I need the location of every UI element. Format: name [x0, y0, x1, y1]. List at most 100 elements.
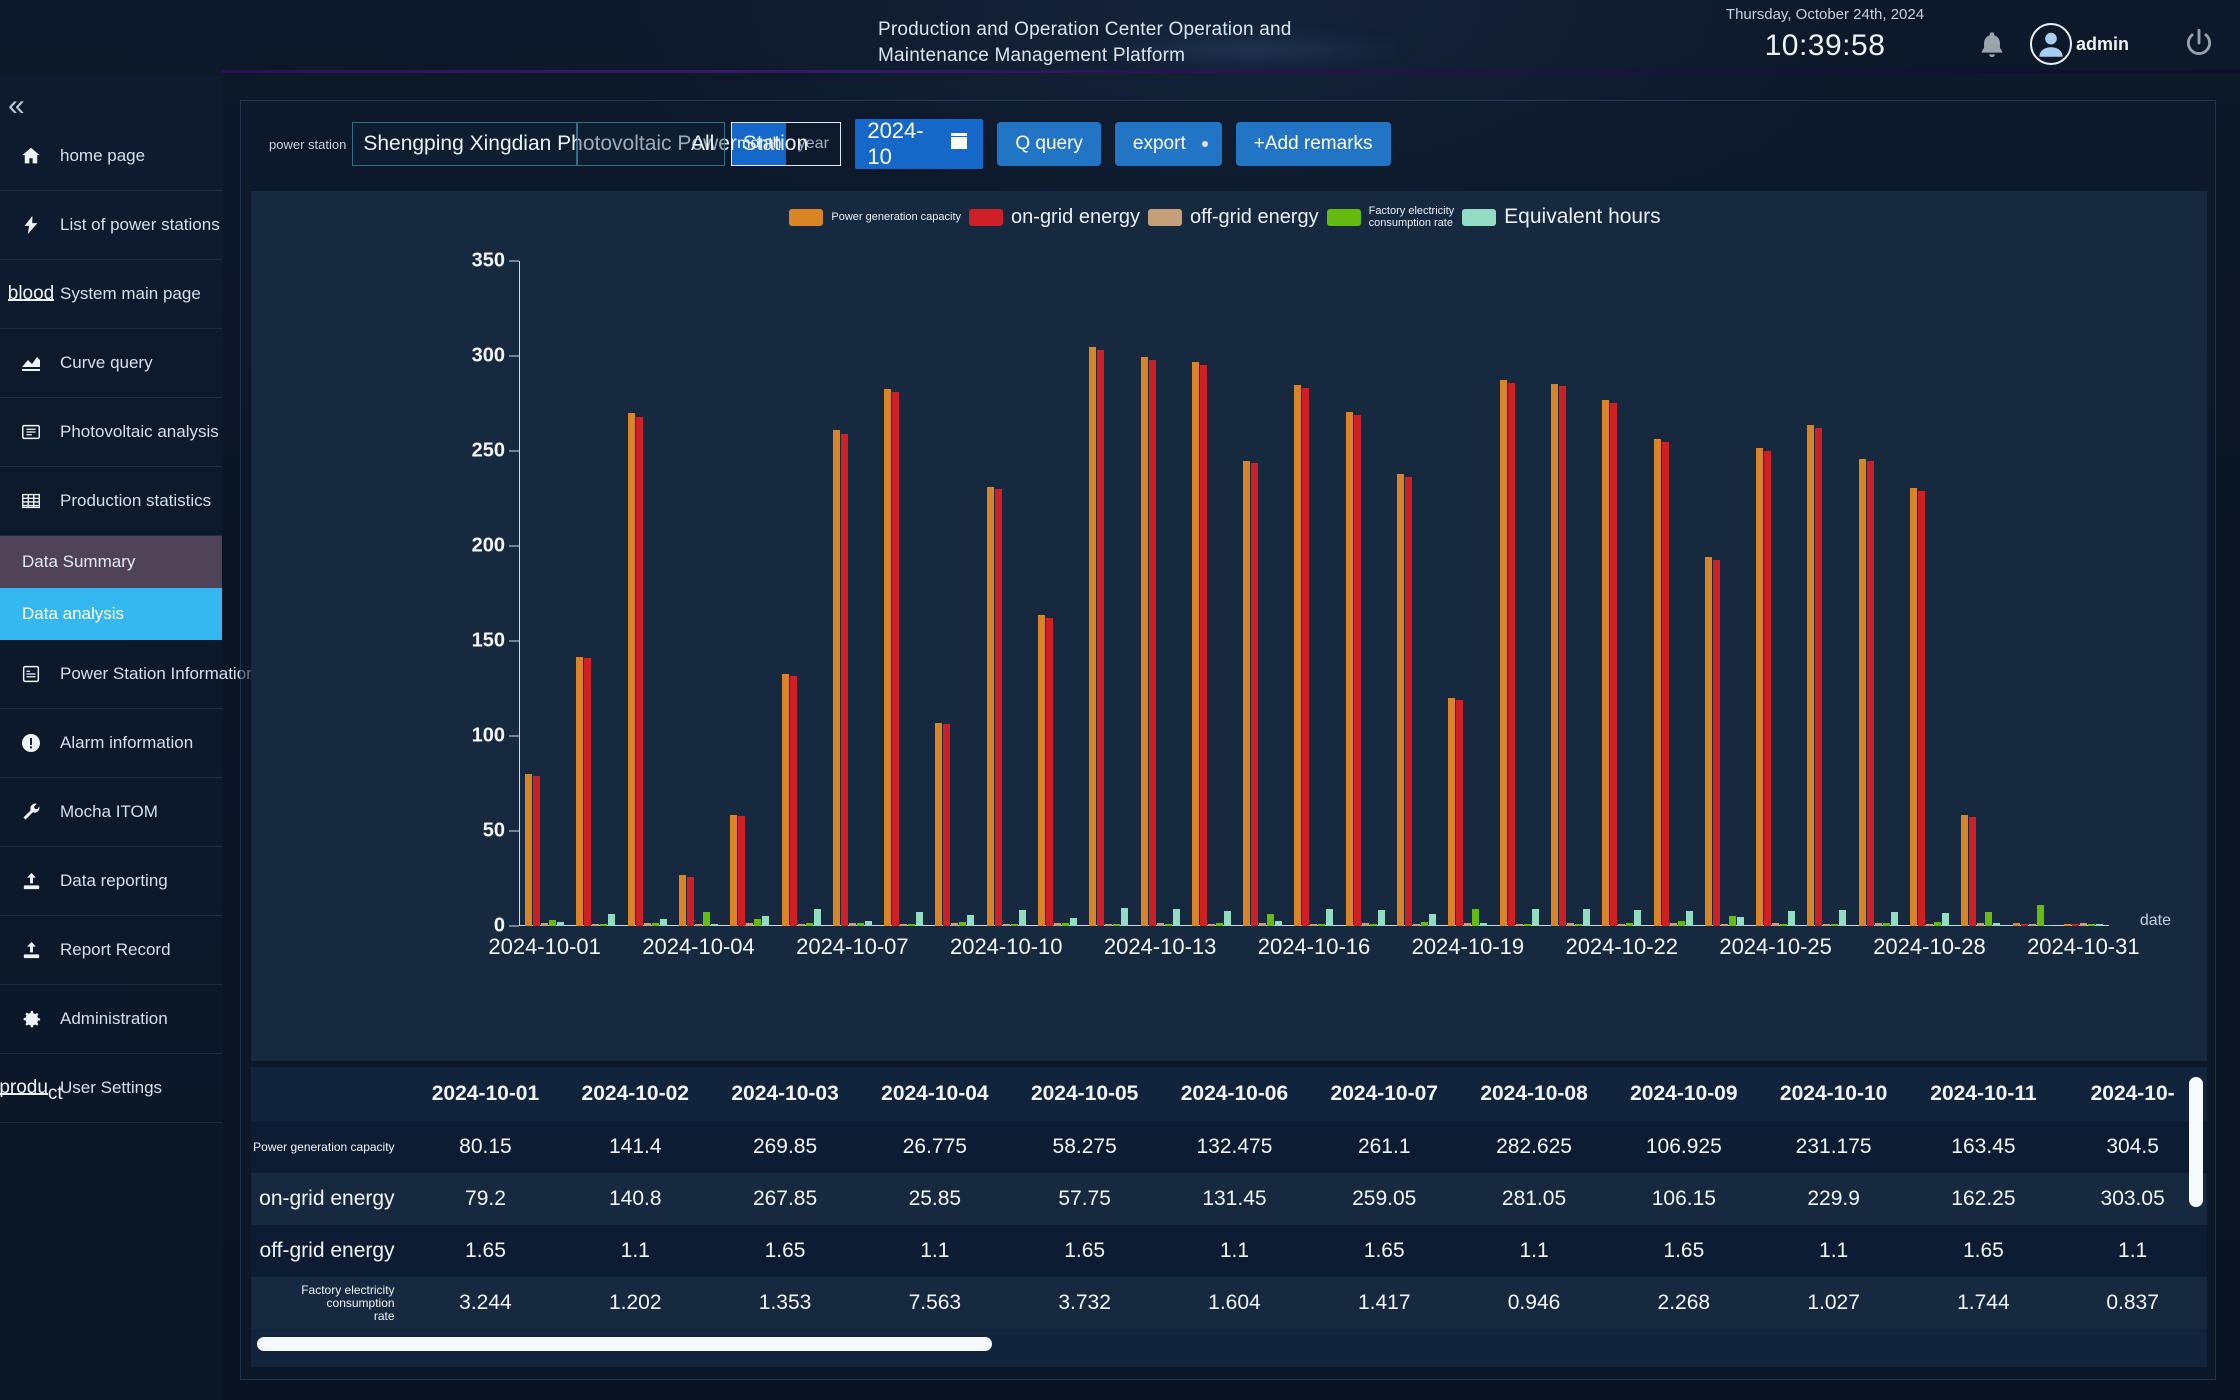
legend-item[interactable]: off-grid energy — [1148, 206, 1319, 229]
chart-bar[interactable] — [1942, 913, 1949, 926]
chart-bar[interactable] — [806, 923, 813, 926]
add-remarks-button[interactable]: +Add remarks — [1236, 122, 1391, 166]
chart-bar[interactable] — [1302, 388, 1309, 926]
chart-bar[interactable] — [557, 922, 564, 926]
chart-bar[interactable] — [1464, 923, 1471, 926]
chart-bar[interactable] — [1405, 477, 1412, 926]
chart-bar[interactable] — [1686, 911, 1693, 926]
chart-bar[interactable] — [541, 923, 548, 926]
chart-bar[interactable] — [703, 912, 710, 926]
chart-bar[interactable] — [995, 489, 1002, 926]
date-picker[interactable]: 2024-10 — [855, 119, 983, 169]
chart-bar-group[interactable] — [1596, 261, 1647, 926]
chart-bar[interactable] — [1038, 615, 1045, 926]
chart-bar[interactable] — [1318, 924, 1325, 926]
chart-bar[interactable] — [1713, 560, 1720, 926]
chart-bar[interactable] — [2088, 924, 2095, 926]
chart-bar[interactable] — [1224, 911, 1231, 926]
chart-bar[interactable] — [1054, 923, 1061, 926]
chart-bar-group[interactable] — [827, 261, 878, 926]
chart-bar-group[interactable] — [570, 261, 621, 926]
chart-bar[interactable] — [1516, 924, 1523, 926]
chart-bar[interactable] — [1926, 924, 1933, 926]
chart-bar[interactable] — [959, 922, 966, 926]
chart-bar[interactable] — [1875, 923, 1882, 926]
chart-bar[interactable] — [1448, 698, 1455, 926]
sidebar-item-alarm-information[interactable]: Alarm information — [0, 709, 222, 778]
chart-bar-group[interactable] — [1340, 261, 1391, 926]
chart-bar[interactable] — [1583, 909, 1590, 926]
chart-bar[interactable] — [1729, 916, 1736, 926]
chart-bar[interactable] — [1421, 922, 1428, 926]
sidebar-item-system-main-page[interactable]: bloodSystem main page — [0, 260, 222, 329]
chart-bar[interactable] — [1823, 924, 1830, 926]
chart-bar-group[interactable] — [1494, 261, 1545, 926]
chart-bar[interactable] — [1764, 451, 1771, 926]
chart-bar[interactable] — [798, 924, 805, 926]
chart-bar[interactable] — [1626, 923, 1633, 926]
chart-bar[interactable] — [1011, 924, 1018, 926]
chart-bar[interactable] — [1500, 380, 1507, 926]
chart-bar[interactable] — [1294, 385, 1301, 926]
chart-bar[interactable] — [1551, 384, 1558, 926]
chart-bar[interactable] — [746, 923, 753, 926]
chart-bar[interactable] — [892, 392, 899, 926]
chart-bar[interactable] — [1046, 618, 1053, 926]
chart-bar-group[interactable] — [1442, 261, 1493, 926]
chart-bar[interactable] — [636, 417, 643, 926]
chart-bar[interactable] — [1602, 400, 1609, 926]
chart-bar[interactable] — [600, 924, 607, 926]
sidebar-item-power-station-information[interactable]: Power Station Information — [0, 640, 222, 709]
chevron-down-icon[interactable] — [1202, 141, 1208, 147]
chart-bar[interactable] — [1559, 386, 1566, 926]
sidebar-collapse-button[interactable]: « — [8, 96, 22, 116]
query-button[interactable]: Q query — [997, 122, 1101, 166]
chart-bar[interactable] — [1654, 439, 1661, 926]
chart-bar[interactable] — [1977, 923, 1984, 926]
chart-bar[interactable] — [782, 674, 789, 926]
chart-bar[interactable] — [1807, 425, 1814, 926]
chart-bar[interactable] — [1524, 924, 1531, 926]
chart-bar[interactable] — [884, 389, 891, 926]
chart-bar[interactable] — [2080, 923, 2087, 926]
chart-bar-group[interactable] — [2006, 261, 2057, 926]
chart-bar[interactable] — [1780, 924, 1787, 926]
chart-bar-group[interactable] — [1699, 261, 1750, 926]
chart-bar[interactable] — [1267, 914, 1274, 926]
chart-bar[interactable] — [1370, 924, 1377, 926]
chart-bar[interactable] — [1062, 923, 1069, 926]
chart-bar[interactable] — [576, 657, 583, 926]
chart-bar[interactable] — [1678, 921, 1685, 926]
chart-bar[interactable] — [1121, 908, 1128, 926]
chart-bar[interactable] — [1397, 474, 1404, 926]
chart-bar[interactable] — [660, 919, 667, 926]
chart-bar[interactable] — [1097, 350, 1104, 926]
chart-bar[interactable] — [1610, 403, 1617, 926]
chart-bar[interactable] — [1429, 914, 1436, 926]
chart-bar[interactable] — [1618, 924, 1625, 926]
chart-bar[interactable] — [1157, 923, 1164, 926]
chart-bar[interactable] — [1070, 918, 1077, 926]
chart-bar[interactable] — [1019, 910, 1026, 926]
chart-bar[interactable] — [525, 774, 532, 926]
chart-bar[interactable] — [1089, 347, 1096, 926]
chart-bar-group[interactable] — [1083, 261, 1134, 926]
chart-bar[interactable] — [1772, 923, 1779, 926]
chart-bar[interactable] — [1216, 923, 1223, 926]
scope-select[interactable]: All — [577, 122, 725, 166]
chart-bar[interactable] — [841, 434, 848, 926]
chart-bar-group[interactable] — [1032, 261, 1083, 926]
chart-bar[interactable] — [833, 430, 840, 926]
chart-bar[interactable] — [652, 923, 659, 926]
chart-bar-group[interactable] — [1237, 261, 1288, 926]
sidebar-item-home-page[interactable]: home page — [0, 122, 222, 191]
sidebar-item-production-statistics[interactable]: Production statistics — [0, 467, 222, 536]
chart-bar[interactable] — [549, 920, 556, 926]
chart-bar[interactable] — [1839, 910, 1846, 926]
sidebar-item-photovoltaic-analysis[interactable]: Photovoltaic analysis — [0, 398, 222, 467]
chart-bar-group[interactable] — [1750, 261, 1801, 926]
chart-bar[interactable] — [711, 924, 718, 926]
chart-bar[interactable] — [687, 877, 694, 926]
chart-bar-group[interactable] — [1391, 261, 1442, 926]
table-horizontal-scrollbar[interactable] — [257, 1337, 2201, 1351]
